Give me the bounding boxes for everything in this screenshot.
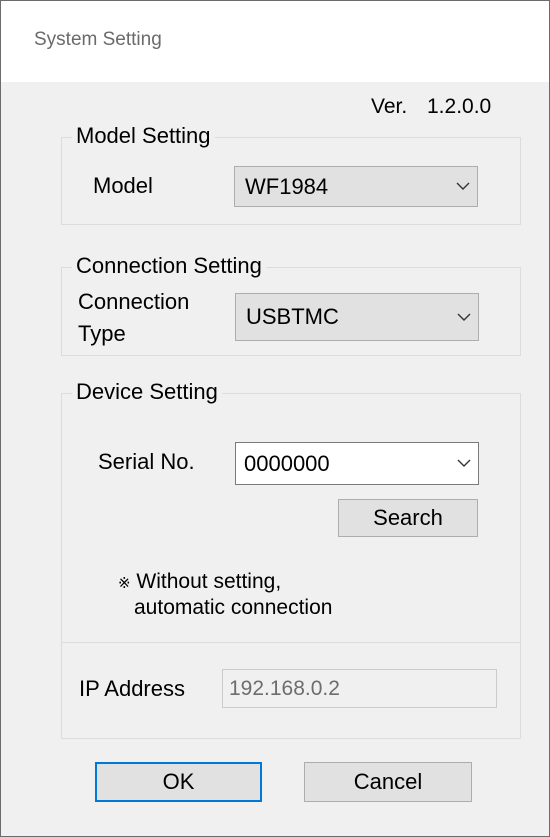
- model-label: Model: [93, 173, 153, 198]
- chevron-down-icon[interactable]: [450, 294, 478, 340]
- model-value: WF1984: [245, 173, 329, 199]
- device-setting-legend: Device Setting: [72, 379, 222, 405]
- reference-mark-icon: ※: [118, 575, 131, 592]
- automatic-connection-note: ※ Without setting,: [118, 569, 281, 597]
- serial-number-combo[interactable]: 0000000: [235, 442, 479, 485]
- version-value: 1.2.0.0: [427, 95, 492, 118]
- model-dropdown[interactable]: WF1984: [234, 166, 478, 207]
- ip-address-label: IP Address: [79, 676, 185, 701]
- connection-type-value: USBTMC: [246, 304, 339, 329]
- note-line1: Without setting,: [136, 570, 282, 593]
- connection-setting-legend: Connection Setting: [72, 253, 266, 279]
- connection-type-label-line2: Type: [78, 321, 126, 346]
- ok-button-label: OK: [162, 769, 195, 794]
- cancel-button-label: Cancel: [353, 769, 423, 794]
- cancel-button[interactable]: Cancel: [304, 762, 472, 802]
- ip-section-divider: [62, 642, 520, 643]
- chevron-down-icon[interactable]: [450, 443, 478, 484]
- title-bar[interactable]: System Setting: [1, 1, 549, 82]
- serial-number-value[interactable]: 0000000: [236, 451, 450, 477]
- chevron-down-icon[interactable]: [449, 167, 477, 206]
- ip-address-field: 192.168.0.2: [222, 669, 497, 708]
- window-title: System Setting: [34, 29, 162, 50]
- model-setting-legend: Model Setting: [72, 123, 215, 149]
- ok-button[interactable]: OK: [95, 762, 262, 802]
- system-setting-dialog: System Setting Ver. 1.2.0.0 Model Settin…: [0, 0, 550, 837]
- ip-address-value: 192.168.0.2: [229, 676, 340, 700]
- version-label: Ver.: [371, 95, 408, 118]
- search-button[interactable]: Search: [338, 499, 478, 537]
- connection-type-dropdown[interactable]: USBTMC: [235, 293, 479, 341]
- search-button-label: Search: [373, 505, 443, 530]
- connection-type-label-line1: Connection: [78, 289, 190, 314]
- note-line2: automatic connection: [134, 596, 333, 619]
- serial-number-label: Serial No.: [98, 449, 195, 474]
